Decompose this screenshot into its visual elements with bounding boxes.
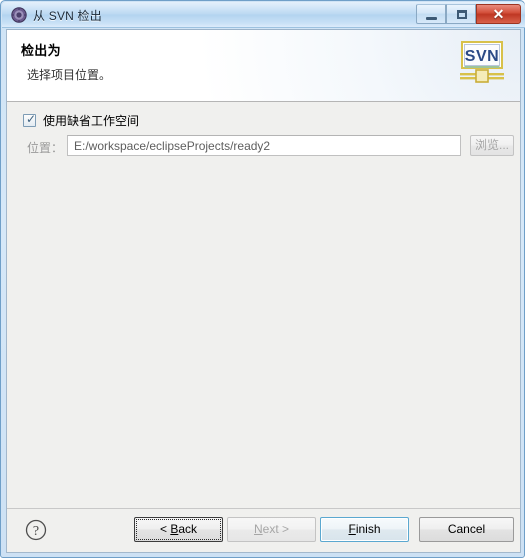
window-title: 从 SVN 检出 [33,9,102,23]
location-label: 位置： [27,141,64,155]
page-subtitle: 选择项目位置。 [27,68,112,82]
location-row: 位置： E:/workspace/eclipseProjects/ready2 … [23,135,514,157]
finish-mnemonic: F [348,522,356,536]
wizard-header: 检出为 选择项目位置。 SVN [7,30,520,102]
minimize-button[interactable] [416,4,446,24]
cancel-button-label: Cancel [447,522,486,536]
svg-text:SVN: SVN [465,48,499,65]
use-default-workspace-row[interactable]: ✓ 使用缺省工作空间 [23,112,139,128]
maximize-icon [457,10,467,19]
cancel-button[interactable]: Cancel [419,517,514,542]
browse-button[interactable]: 浏览... [470,135,514,156]
checkmark-icon: ✓ [26,111,37,126]
page-title: 检出为 [21,43,61,58]
dialog-client: 检出为 选择项目位置。 SVN ✓ 使用缺省工作空间 位置： E:/worksp… [6,29,521,553]
wizard-body: ✓ 使用缺省工作空间 位置： E:/workspace/eclipseProje… [7,102,520,508]
finish-suffix: inish [355,522,381,536]
location-input[interactable]: E:/workspace/eclipseProjects/ready2 [67,135,461,156]
back-prefix: < [159,522,171,536]
minimize-icon [426,17,437,20]
finish-button[interactable]: Finish [320,517,409,542]
use-default-workspace-checkbox[interactable]: ✓ [23,111,37,127]
title-bar: 从 SVN 检出 ✕ [2,2,525,28]
svn-checkout-icon [11,7,27,23]
dialog-footer: ? < Back Next > Finish Cancel [7,508,520,552]
dialog-window: 从 SVN 检出 ✕ 检出为 选择项目位置。 SVN ✓ 使用缺省工作空间 位置… [0,0,525,558]
help-icon[interactable]: ? [24,518,48,542]
next-mnemonic: N [253,522,263,536]
back-button[interactable]: < Back [134,517,223,542]
svg-text:?: ? [33,524,39,539]
close-button[interactable]: ✕ [476,4,521,24]
maximize-button[interactable] [446,4,476,24]
back-button-label: < Back [160,522,197,536]
back-suffix: ack [178,522,198,536]
next-button[interactable]: Next > [227,517,316,542]
close-icon: ✕ [492,6,505,22]
use-default-workspace-label: 使用缺省工作空间 [43,113,140,128]
finish-button-label: Finish [348,522,380,536]
next-button-label: Next > [254,522,289,536]
next-suffix: ext > [262,522,290,536]
svn-logo: SVN [456,40,508,90]
